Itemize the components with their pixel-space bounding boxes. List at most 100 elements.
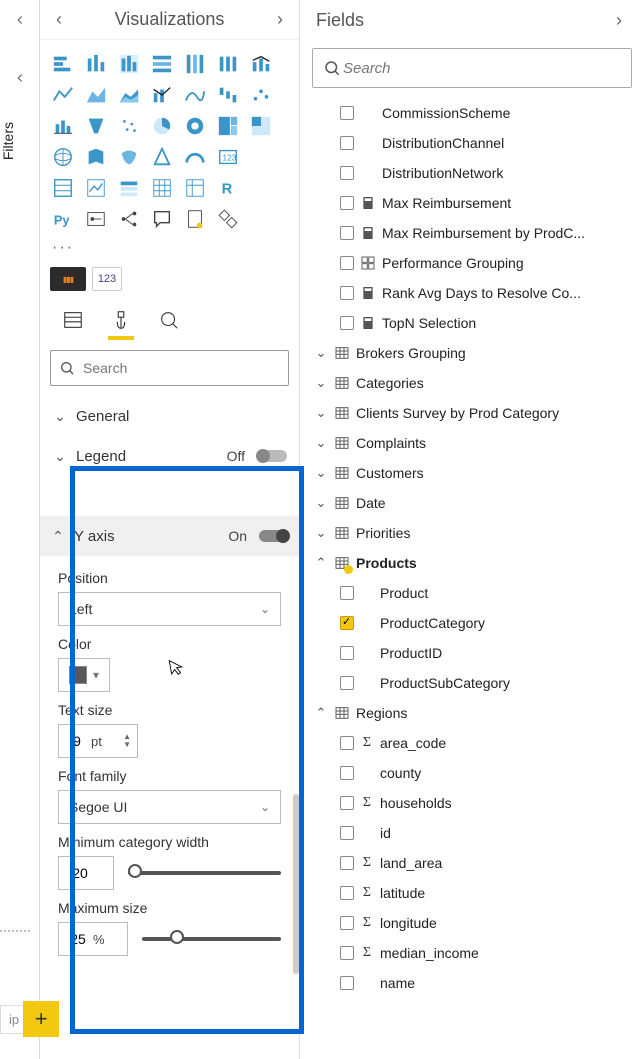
multi-card-icon[interactable] xyxy=(48,174,78,202)
globe-icon[interactable] xyxy=(48,143,78,171)
checkbox[interactable] xyxy=(340,166,354,180)
position-dropdown[interactable]: Left ⌄ xyxy=(58,592,281,626)
checkbox[interactable] xyxy=(340,256,354,270)
scrollbar[interactable] xyxy=(293,794,299,974)
field-item[interactable]: Σ latitude xyxy=(306,878,638,908)
checkbox[interactable] xyxy=(340,826,354,840)
field-item[interactable]: CommissionScheme xyxy=(306,98,638,128)
slicer-icon[interactable] xyxy=(114,174,144,202)
paginated-icon[interactable] xyxy=(180,205,210,233)
field-item[interactable]: Σ median_income xyxy=(306,938,638,968)
chevron-left-icon[interactable] xyxy=(0,6,39,34)
table-row[interactable]: ⌄ Clients Survey by Prod Category xyxy=(306,398,638,428)
treemap-icon[interactable] xyxy=(213,112,243,140)
table-row[interactable]: ⌄ Priorities xyxy=(306,518,638,548)
key-influencer-icon[interactable] xyxy=(81,205,111,233)
python-visual-icon[interactable]: Py xyxy=(48,205,78,233)
checkbox[interactable] xyxy=(340,106,354,120)
maxsize-input-box[interactable]: % xyxy=(58,922,128,956)
textsize-input[interactable] xyxy=(65,732,89,750)
azure-map-icon[interactable] xyxy=(147,143,177,171)
field-item[interactable]: id xyxy=(306,818,638,848)
get-visuals-icon[interactable] xyxy=(213,205,243,233)
yaxis-toggle[interactable] xyxy=(259,530,289,542)
format-search-input[interactable] xyxy=(81,359,280,377)
funnel-icon[interactable] xyxy=(48,112,78,140)
maxsize-input[interactable] xyxy=(65,930,91,948)
fields-search[interactable] xyxy=(312,48,632,88)
checkbox[interactable] xyxy=(340,946,354,960)
waterfall-icon[interactable] xyxy=(213,81,243,109)
table-row[interactable]: ⌄ Complaints xyxy=(306,428,638,458)
table-row[interactable]: ⌃ Products xyxy=(306,548,638,578)
table-row[interactable]: ⌄ Brokers Grouping xyxy=(306,338,638,368)
fields-search-input[interactable] xyxy=(341,59,621,78)
card-icon[interactable]: 123 xyxy=(213,143,243,171)
field-item[interactable]: DistributionChannel xyxy=(306,128,638,158)
checkbox[interactable] xyxy=(340,196,354,210)
field-item[interactable]: Max Reimbursement xyxy=(306,188,638,218)
fontfamily-dropdown[interactable]: Segoe UI ⌄ xyxy=(58,790,281,824)
field-item[interactable]: Σ land_area xyxy=(306,848,638,878)
chevron-right-icon[interactable]: › xyxy=(271,5,289,34)
field-item[interactable]: TopN Selection xyxy=(306,308,638,338)
donut-icon[interactable] xyxy=(180,112,210,140)
analytics-tab-icon[interactable] xyxy=(156,305,182,340)
field-item[interactable]: Rank Avg Days to Resolve Co... xyxy=(306,278,638,308)
checkbox[interactable] xyxy=(340,676,354,690)
drill-well[interactable]: 123 xyxy=(92,267,122,291)
section-legend[interactable]: ⌄ Legend Off xyxy=(50,436,289,476)
chevron-left-icon[interactable]: ‹ xyxy=(50,5,68,34)
shape-map-icon[interactable] xyxy=(114,143,144,171)
stacked-column-icon[interactable] xyxy=(114,50,144,78)
matrix-icon[interactable] xyxy=(180,174,210,202)
area-chart-icon[interactable] xyxy=(81,81,111,109)
hundred-column-icon[interactable] xyxy=(180,50,210,78)
checkbox[interactable] xyxy=(340,856,354,870)
table-row[interactable]: ⌄ Categories xyxy=(306,368,638,398)
checkbox[interactable] xyxy=(340,796,354,810)
line-chart-icon[interactable] xyxy=(48,81,78,109)
field-item[interactable]: ProductCategory xyxy=(306,608,638,638)
clustered-bar-icon[interactable] xyxy=(81,50,111,78)
more-visuals-button[interactable]: ··· xyxy=(40,237,299,259)
checkbox[interactable] xyxy=(340,316,354,330)
legend-toggle[interactable] xyxy=(257,450,287,462)
color-dropdown[interactable]: ▾ xyxy=(58,658,110,692)
field-item[interactable]: ProductSubCategory xyxy=(306,668,638,698)
kpi-icon[interactable] xyxy=(81,174,111,202)
funnel2-icon[interactable] xyxy=(81,112,111,140)
textsize-spinner[interactable]: pt ▲▼ xyxy=(58,724,138,758)
section-general[interactable]: ⌄ General xyxy=(50,396,289,436)
line-column-icon[interactable] xyxy=(246,50,276,78)
values-well[interactable]: ▮▮▮ xyxy=(50,267,86,291)
checkbox[interactable] xyxy=(340,646,354,660)
table-row[interactable]: ⌄ Date xyxy=(306,488,638,518)
section-yaxis[interactable]: ⌃ Y axis On xyxy=(40,516,299,556)
combo-chart-icon[interactable] xyxy=(147,81,177,109)
field-item[interactable]: Σ area_code xyxy=(306,728,638,758)
table-row[interactable]: ⌄ Customers xyxy=(306,458,638,488)
new-page-button[interactable]: ip + xyxy=(0,1001,59,1037)
checkbox[interactable] xyxy=(340,766,354,780)
field-item[interactable]: DistributionNetwork xyxy=(306,158,638,188)
checkbox[interactable] xyxy=(340,916,354,930)
map-icon[interactable] xyxy=(246,112,276,140)
chevron-right-icon[interactable]: › xyxy=(610,6,628,35)
mincat-input-box[interactable] xyxy=(58,856,114,890)
checkbox[interactable] xyxy=(340,976,354,990)
gauge-icon[interactable] xyxy=(180,143,210,171)
chevron-left-icon[interactable] xyxy=(0,64,39,92)
fields-tab-icon[interactable] xyxy=(60,305,86,340)
stacked-area-icon[interactable] xyxy=(114,81,144,109)
checkbox[interactable] xyxy=(340,736,354,750)
field-item[interactable]: Product xyxy=(306,578,638,608)
scatter2-icon[interactable] xyxy=(114,112,144,140)
field-item[interactable]: Max Reimbursement by ProdC... xyxy=(306,218,638,248)
field-item[interactable]: Σ longitude xyxy=(306,908,638,938)
field-item[interactable]: name xyxy=(306,968,638,998)
table-row[interactable]: ⌃ Regions xyxy=(306,698,638,728)
table-icon[interactable] xyxy=(147,174,177,202)
decomposition-icon[interactable] xyxy=(114,205,144,233)
checkbox[interactable] xyxy=(340,586,354,600)
